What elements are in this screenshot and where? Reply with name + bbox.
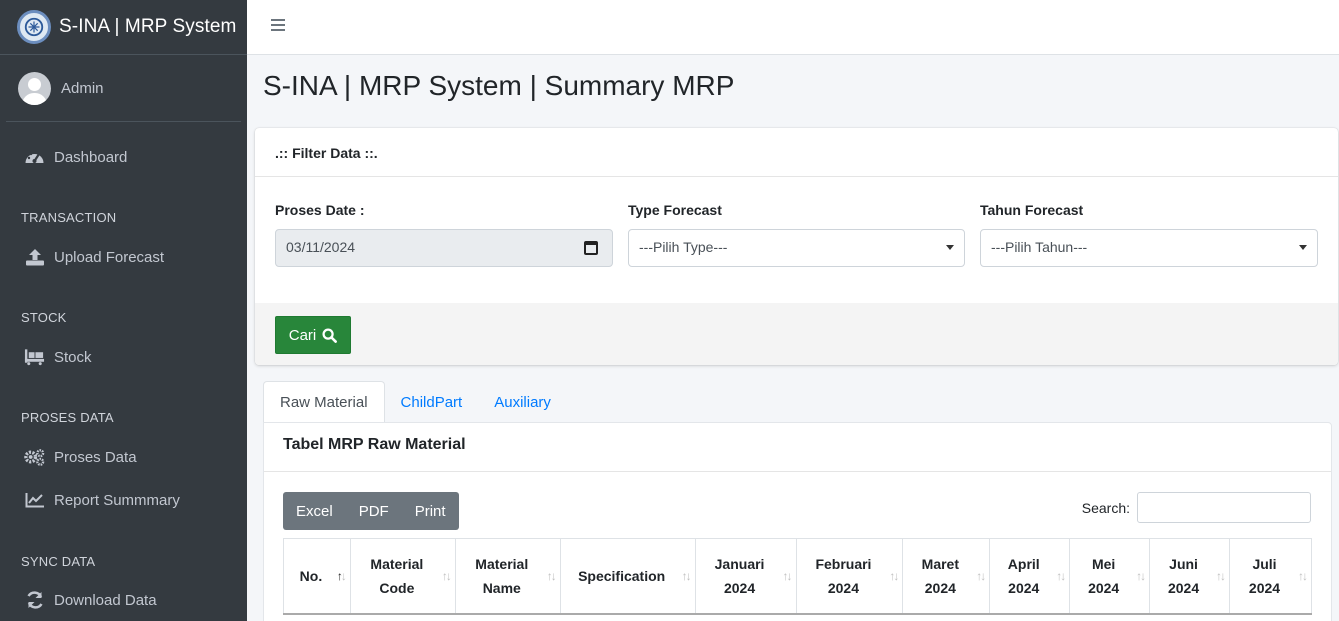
hamburger-menu-icon[interactable] bbox=[271, 19, 285, 33]
sidebar-item-label: Upload Forecast bbox=[54, 248, 165, 266]
nav-header-transaction: TRANSACTION bbox=[21, 210, 117, 225]
nav-header-stock: STOCK bbox=[21, 310, 67, 325]
pdf-button[interactable]: PDF bbox=[346, 492, 402, 530]
nav-header-proses-data: PROSES DATA bbox=[21, 410, 114, 425]
sort-icon: ↑↓ bbox=[336, 568, 347, 583]
proses-date-field[interactable]: 03/11/2024 bbox=[275, 229, 613, 267]
sidebar-item-proses-data[interactable]: Proses Data bbox=[24, 447, 137, 467]
sidebar-item-label: Report Summmary bbox=[54, 491, 180, 509]
type-forecast-value: ---Pilih Type--- bbox=[639, 239, 728, 255]
filter-card-title: .:: Filter Data ::. bbox=[255, 128, 1338, 177]
sidebar-item-label: Dashboard bbox=[54, 148, 128, 166]
tahun-forecast-value: ---Pilih Tahun--- bbox=[991, 239, 1088, 255]
tahun-forecast-select[interactable]: ---Pilih Tahun--- bbox=[980, 229, 1318, 267]
table-card: Tabel MRP Raw Material Excel PDF Print S… bbox=[263, 422, 1332, 621]
column-header-maret[interactable]: Maret 2024 ↑↓ bbox=[902, 538, 991, 615]
sidebar-item-dashboard[interactable]: Dashboard bbox=[24, 147, 127, 167]
user-panel[interactable]: Admin bbox=[6, 55, 241, 122]
brand-logo bbox=[17, 10, 51, 44]
sort-icon: ↑↓ bbox=[1056, 568, 1066, 583]
cari-button-label: Cari bbox=[288, 326, 317, 344]
tachometer-icon bbox=[24, 147, 45, 167]
column-header-mei[interactable]: Mei 2024 ↑↓ bbox=[1069, 538, 1151, 615]
sort-icon: ↑↓ bbox=[681, 568, 692, 583]
table-card-title: Tabel MRP Raw Material bbox=[264, 423, 1331, 472]
chevron-down-icon bbox=[946, 245, 954, 250]
brand-text: S-INA | MRP System bbox=[59, 16, 237, 37]
user-name: Admin bbox=[61, 79, 104, 97]
upload-icon bbox=[24, 247, 45, 267]
tab-childpart[interactable]: ChildPart bbox=[385, 381, 479, 423]
type-forecast-select[interactable]: ---Pilih Type--- bbox=[628, 229, 965, 267]
column-header-februari[interactable]: Februari 2024 ↑↓ bbox=[795, 538, 904, 615]
filter-card-footer: Cari bbox=[255, 303, 1338, 365]
column-header-no[interactable]: No. ↑↓ bbox=[283, 538, 351, 615]
sort-icon: ↑↓ bbox=[782, 568, 793, 583]
sidebar-item-upload-forecast[interactable]: Upload Forecast bbox=[24, 247, 164, 267]
column-header-april[interactable]: April 2024 ↑↓ bbox=[989, 538, 1071, 615]
proses-date-label: Proses Date : bbox=[275, 202, 365, 218]
line-chart-icon bbox=[24, 490, 45, 510]
tab-raw-material[interactable]: Raw Material bbox=[263, 381, 385, 423]
print-button[interactable]: Print bbox=[402, 492, 459, 530]
column-header-juni[interactable]: Juni 2024 ↑↓ bbox=[1149, 538, 1231, 615]
sidebar-item-stock[interactable]: Stock bbox=[24, 347, 92, 367]
sidebar: S-INA | MRP System Admin Dashboard TRANS… bbox=[0, 0, 247, 621]
sidebar-item-label: Stock bbox=[54, 348, 92, 366]
sidebar-item-download-data[interactable]: Download Data bbox=[24, 590, 157, 610]
tab-auxiliary[interactable]: Auxiliary bbox=[478, 381, 567, 423]
table-search: Search: bbox=[1082, 492, 1311, 523]
page-title: S-INA | MRP System | Summary MRP bbox=[263, 70, 735, 101]
chevron-down-icon bbox=[1299, 245, 1307, 250]
sort-icon: ↑↓ bbox=[1136, 568, 1146, 583]
proses-date-value: 03/11/2024 bbox=[286, 239, 356, 255]
gears-icon bbox=[24, 447, 45, 467]
pallet-icon bbox=[24, 347, 45, 367]
avatar bbox=[18, 71, 51, 105]
column-header-specification[interactable]: Specification ↑↓ bbox=[559, 538, 696, 615]
calendar-icon[interactable] bbox=[584, 241, 598, 255]
excel-button[interactable]: Excel bbox=[283, 492, 346, 530]
sort-icon: ↑↓ bbox=[441, 568, 452, 583]
brand-link[interactable]: S-INA | MRP System bbox=[0, 0, 247, 55]
export-button-group: Excel PDF Print bbox=[283, 492, 459, 530]
sidebar-item-label: Proses Data bbox=[54, 448, 137, 466]
nav-header-sync-data: SYNC DATA bbox=[21, 554, 96, 569]
sort-icon: ↑↓ bbox=[546, 568, 557, 583]
column-header-juli[interactable]: Juli 2024 ↑↓ bbox=[1229, 538, 1312, 615]
search-icon bbox=[322, 327, 338, 343]
filter-card: .:: Filter Data ::. Proses Date : 03/11/… bbox=[255, 128, 1338, 365]
search-label: Search: bbox=[1081, 499, 1130, 516]
column-header-januari[interactable]: Januari 2024 ↑↓ bbox=[694, 538, 797, 615]
topbar bbox=[247, 0, 1339, 55]
mrp-table: No. ↑↓ Material Code ↑↓ Material Name ↑↓ Spec… bbox=[283, 538, 1312, 615]
sidebar-item-label: Download Data bbox=[54, 591, 157, 609]
column-header-material-code[interactable]: Material Code ↑↓ bbox=[349, 538, 456, 615]
sidebar-item-report-summmary[interactable]: Report Summmary bbox=[24, 490, 180, 510]
sort-icon: ↑↓ bbox=[976, 568, 986, 583]
sort-icon: ↑↓ bbox=[1298, 568, 1308, 583]
sort-icon: ↑↓ bbox=[1216, 568, 1226, 583]
tahun-forecast-label: Tahun Forecast bbox=[980, 202, 1084, 218]
sync-icon bbox=[24, 590, 45, 610]
table-header-row: No. ↑↓ Material Code ↑↓ Material Name ↑↓ Spec… bbox=[283, 538, 1312, 615]
sort-icon: ↑↓ bbox=[889, 568, 899, 583]
tab-bar: Raw Material ChildPart Auxiliary bbox=[263, 381, 567, 423]
cari-button[interactable]: Cari bbox=[275, 316, 351, 354]
column-header-material-name[interactable]: Material Name ↑↓ bbox=[454, 538, 561, 615]
search-input[interactable] bbox=[1137, 492, 1311, 523]
type-forecast-label: Type Forecast bbox=[628, 202, 722, 218]
